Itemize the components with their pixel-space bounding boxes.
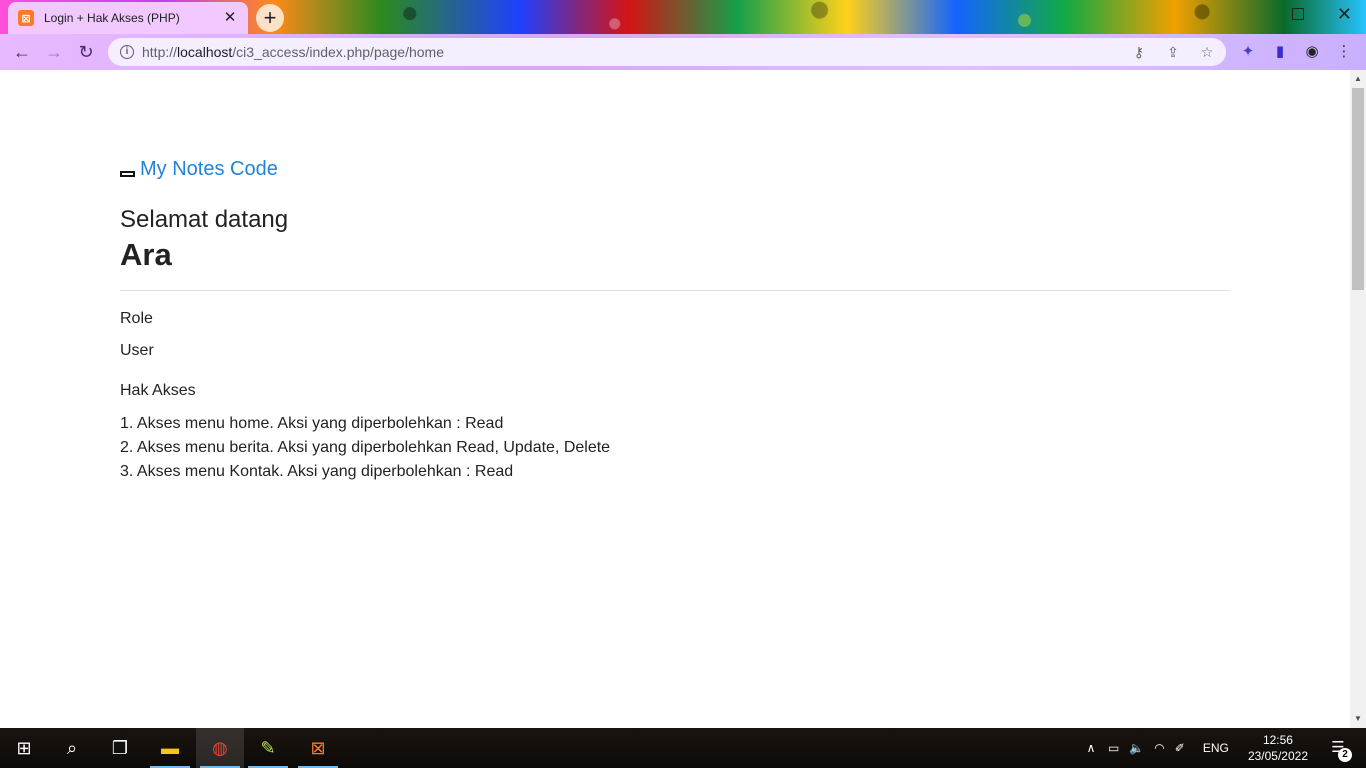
task-view-icon[interactable]: ❐ — [96, 728, 144, 768]
file-explorer-icon[interactable]: ▬ — [146, 728, 194, 768]
window-close-icon[interactable]: ✕ — [1337, 4, 1352, 25]
system-tray: ∧ ▭ 🔈 ◠ ✐ ENG — [1084, 728, 1229, 768]
brand-link[interactable]: My Notes Code — [140, 158, 278, 181]
username-heading: Ara — [120, 237, 172, 272]
battery-icon[interactable]: ▭ — [1108, 741, 1119, 755]
site-info-icon[interactable]: i — [120, 45, 134, 59]
scroll-up-icon[interactable]: ▲ — [1353, 74, 1363, 84]
url-path: /ci3_access/index.php/page/home — [232, 44, 444, 60]
permission-item: 3. Akses menu Kontak. Aksi yang diperbol… — [120, 463, 514, 480]
windows-taskbar: ⊞ ⌕ ❐ ▬ ◍ ✎ ⊠ ∧ ▭ 🔈 ◠ ✐ ENG 12:56 23/05/… — [0, 728, 1366, 768]
tray-chevron-icon[interactable]: ∧ — [1084, 741, 1098, 755]
clock-time: 12:56 — [1262, 733, 1293, 747]
tab-close-icon[interactable]: ✕ — [222, 10, 238, 26]
notification-count-badge: 2 — [1338, 748, 1352, 762]
welcome-heading: Selamat datang — [120, 206, 289, 233]
browser-toolbar: ← → ↻ i http://localhost/ci3_access/inde… — [0, 34, 1366, 70]
code-editor-icon[interactable]: ✎ — [244, 728, 292, 768]
new-tab-button[interactable]: + — [256, 4, 284, 32]
browser-tab-strip: ⊠ Login + Hak Akses (PHP) ✕ + ✕ — [0, 0, 1366, 34]
pen-icon[interactable]: ✐ — [1175, 741, 1185, 755]
permission-item: 2. Akses menu berita. Aksi yang diperbol… — [120, 439, 611, 456]
clock[interactable]: 12:56 23/05/2022 — [1248, 732, 1308, 764]
extensions-puzzle-icon[interactable]: ✦ — [1238, 42, 1258, 62]
language-indicator[interactable]: ENG — [1203, 741, 1229, 755]
xampp-icon[interactable]: ⊠ — [294, 728, 342, 768]
vertical-scrollbar[interactable]: ▲ ▼ — [1350, 70, 1366, 728]
clock-date: 23/05/2022 — [1247, 749, 1308, 763]
forward-arrow-icon[interactable]: → — [42, 41, 66, 63]
role-value: User — [120, 342, 154, 359]
reload-icon[interactable]: ↻ — [74, 41, 98, 63]
permission-item: 1. Akses menu home. Aksi yang diperboleh… — [120, 415, 504, 432]
chrome-icon[interactable]: ◍ — [196, 728, 244, 768]
scroll-thumb[interactable] — [1352, 88, 1364, 290]
url-text: http://localhost/ci3_access/index.php/pa… — [142, 44, 444, 60]
tab-title: Login + Hak Akses (PHP) — [44, 11, 180, 25]
key-icon[interactable]: ⚷ — [1130, 43, 1148, 61]
window-restore-icon[interactable] — [1292, 8, 1304, 20]
profile-avatar-icon[interactable]: ◉ — [1302, 42, 1322, 62]
xampp-favicon-icon: ⊠ — [18, 10, 34, 26]
share-icon[interactable]: ⇪ — [1164, 43, 1182, 61]
brand-logo-image — [120, 171, 135, 177]
url-prefix: http:// — [142, 44, 178, 60]
url-host: localhost — [177, 44, 233, 60]
side-panel-icon[interactable]: ▮ — [1270, 42, 1290, 62]
scroll-down-icon[interactable]: ▼ — [1353, 714, 1363, 724]
start-windows-icon[interactable]: ⊞ — [0, 728, 48, 768]
access-label: Hak Akses — [120, 382, 196, 399]
action-center-icon[interactable]: ☰ 2 — [1328, 738, 1352, 762]
navbar-brand[interactable]: My Notes Code — [120, 158, 278, 181]
search-icon[interactable]: ⌕ — [48, 728, 96, 768]
browser-tab-active[interactable]: ⊠ Login + Hak Akses (PHP) ✕ — [8, 2, 248, 34]
page-viewport: My Notes Code Selamat datang Ara Role Us… — [0, 70, 1350, 728]
divider — [120, 290, 1230, 291]
permission-list: 1. Akses menu home. Aksi yang diperboleh… — [120, 412, 610, 484]
back-arrow-icon[interactable]: ← — [10, 41, 34, 63]
volume-icon[interactable]: 🔈 — [1129, 741, 1144, 755]
address-bar[interactable]: i http://localhost/ci3_access/index.php/… — [108, 38, 1226, 66]
role-label: Role — [120, 310, 153, 327]
wifi-icon[interactable]: ◠ — [1154, 741, 1164, 755]
bookmark-star-icon[interactable]: ☆ — [1198, 43, 1216, 61]
browser-menu-icon[interactable]: ⋮ — [1334, 42, 1354, 62]
